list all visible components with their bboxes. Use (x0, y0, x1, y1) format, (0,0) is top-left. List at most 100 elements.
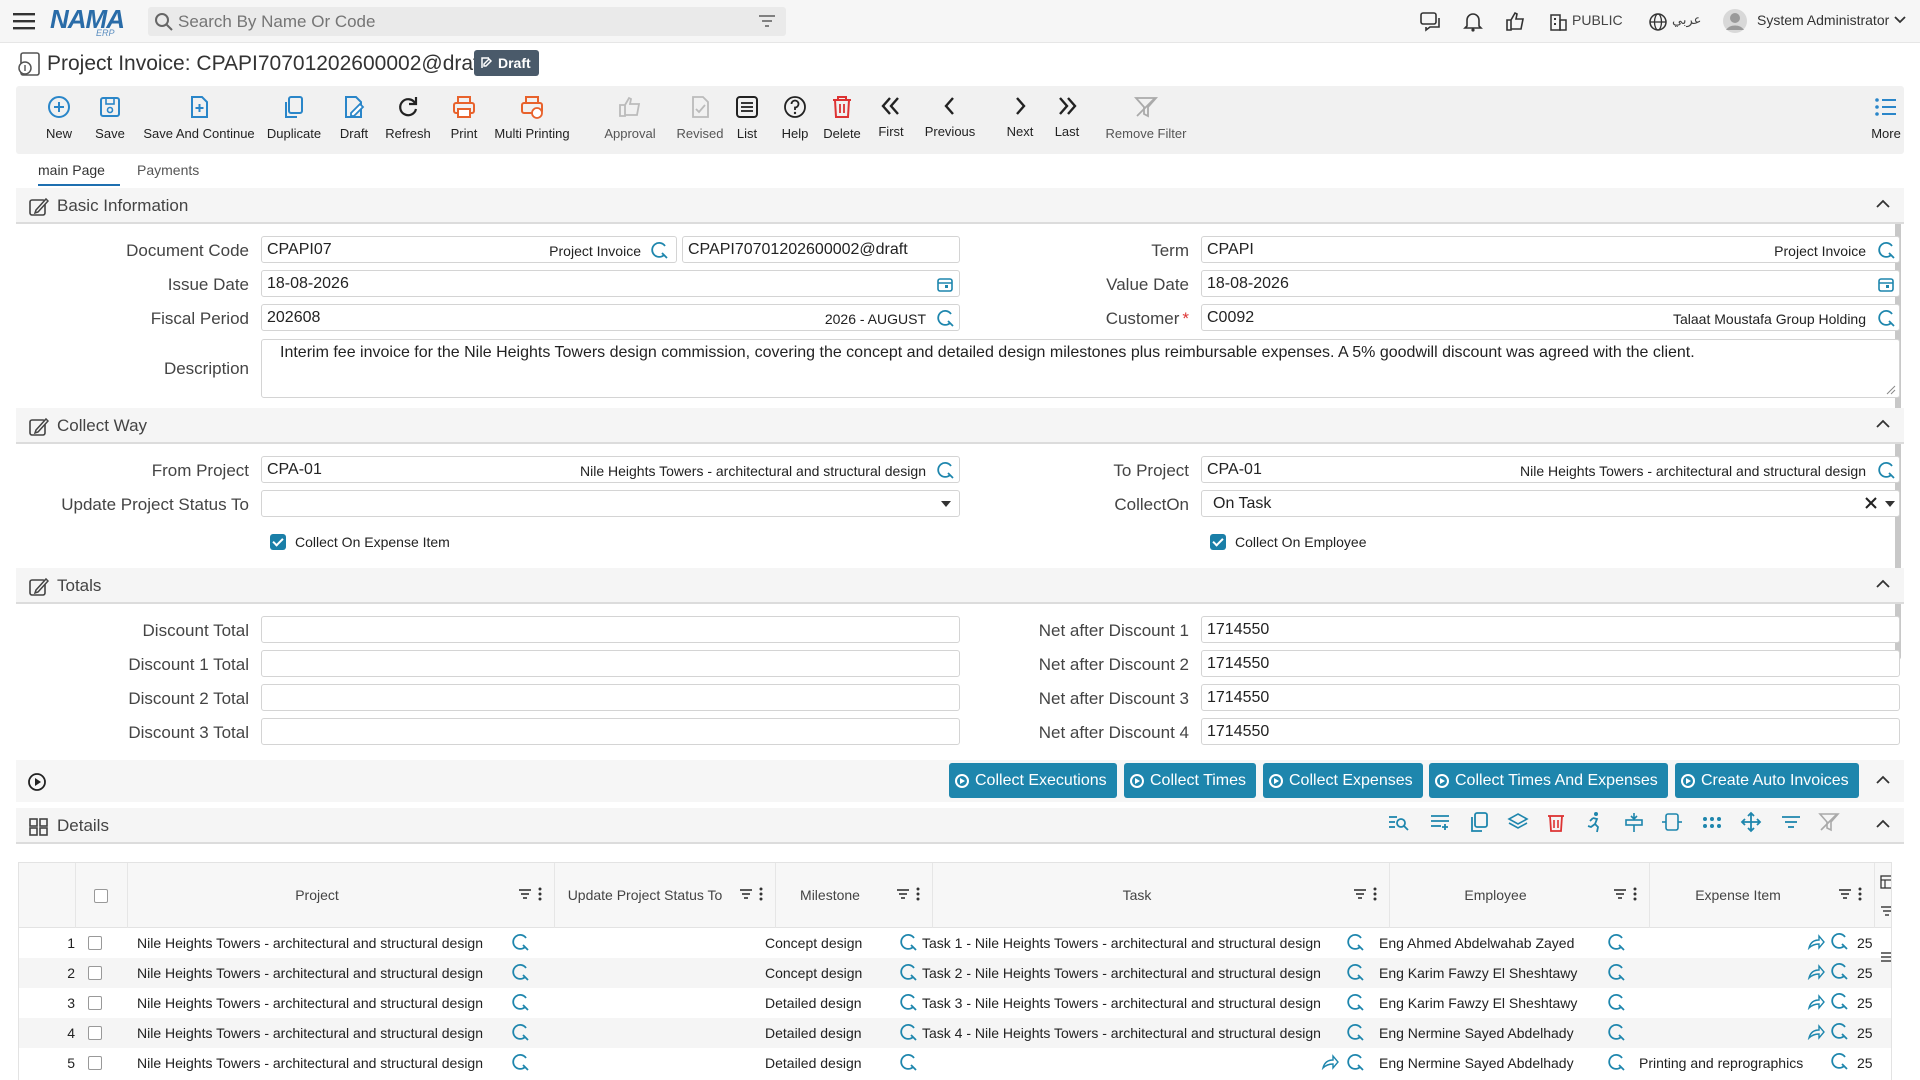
print-button[interactable]: Print (438, 94, 490, 141)
previous-button[interactable]: Previous (919, 94, 981, 139)
multi-printing-button[interactable]: Multi Printing (486, 94, 578, 141)
layers-icon[interactable] (1507, 811, 1529, 833)
term-field[interactable]: CPAPI Project Invoice (1201, 236, 1900, 263)
lookup-icon[interactable] (511, 933, 529, 951)
select-all-checkbox[interactable] (94, 889, 108, 903)
fiscal-period-field[interactable]: 202608 2026 - AUGUST (261, 304, 960, 331)
tab-main-page[interactable]: main Page (38, 162, 105, 178)
delete-button[interactable]: Delete (816, 94, 868, 141)
row-menu-icon[interactable] (1880, 951, 1891, 963)
chevron-up-icon[interactable] (1876, 775, 1890, 785)
collect-on-employee-label[interactable]: Collect On Employee (1235, 534, 1367, 550)
document-number-field[interactable]: CPAPI70701202600002@draft (682, 236, 960, 263)
cell-task[interactable]: Task 4 - Nile Heights Towers - architect… (922, 1025, 1352, 1041)
column-filter-icon[interactable] (1353, 887, 1379, 901)
to-project-field[interactable]: CPA-01 Nile Heights Towers - architectur… (1201, 456, 1900, 483)
user-name[interactable]: System Administrator (1757, 12, 1889, 28)
chat-icon[interactable] (1419, 10, 1443, 32)
lookup-icon[interactable] (511, 963, 529, 981)
table-row[interactable]: 4 Nile Heights Towers - architectural and… (19, 1018, 1891, 1048)
lookup-icon[interactable] (1830, 932, 1848, 950)
share-icon[interactable] (1807, 994, 1825, 1010)
clear-icon[interactable] (1865, 497, 1877, 509)
discount-1-total-field[interactable] (261, 650, 960, 677)
column-header-milestone[interactable]: Milestone (776, 863, 933, 928)
lookup-icon[interactable] (1346, 1053, 1364, 1071)
cell-amount[interactable]: 25 (1857, 1025, 1877, 1041)
calendar-icon[interactable] (1877, 275, 1895, 293)
cell-employee[interactable]: Eng Nermine Sayed Abdelhady (1379, 1055, 1619, 1071)
cell-milestone[interactable]: Concept design (765, 965, 915, 981)
cell-milestone[interactable]: Detailed design (765, 1055, 915, 1071)
lookup-icon[interactable] (899, 933, 917, 951)
from-project-field[interactable]: CPA-01 Nile Heights Towers - architectur… (261, 456, 960, 483)
collect-times-button[interactable]: Collect Times (1124, 763, 1257, 798)
value-date-field[interactable]: 18-08-2026 (1201, 270, 1900, 297)
duplicate-button[interactable]: Duplicate (252, 94, 336, 141)
chevron-up-icon[interactable] (1876, 579, 1890, 589)
column-chooser-icon[interactable] (1880, 875, 1891, 889)
cell-task[interactable]: Task 2 - Nile Heights Towers - architect… (922, 965, 1352, 981)
collect-on-expense-item-checkbox[interactable] (270, 534, 286, 550)
remove-filter-button[interactable]: Remove Filter (1096, 94, 1196, 141)
table-row[interactable]: 5 Nile Heights Towers - architectural and… (19, 1048, 1891, 1078)
cell-employee[interactable]: Eng Nermine Sayed Abdelhady (1379, 1025, 1619, 1041)
cell-project[interactable]: Nile Heights Towers - architectural and … (137, 995, 522, 1011)
thumbs-up-icon[interactable] (1504, 10, 1526, 32)
caret-down-icon[interactable] (941, 501, 951, 507)
column-header-update-project-status[interactable]: Update Project Status To (555, 863, 776, 928)
lookup-icon[interactable] (1877, 309, 1895, 327)
column-filter-icon[interactable] (896, 887, 922, 901)
menu-icon[interactable] (13, 11, 35, 31)
lookup-icon[interactable] (1346, 933, 1364, 951)
company-label[interactable]: PUBLIC (1572, 12, 1623, 28)
share-icon[interactable] (1807, 964, 1825, 980)
collect-on-select[interactable]: On Task (1201, 490, 1900, 517)
more-button[interactable]: More (1868, 94, 1904, 141)
runner-icon[interactable] (1583, 811, 1605, 833)
discount-3-total-field[interactable] (261, 718, 960, 745)
play-circle-icon[interactable] (27, 772, 47, 792)
lookup-icon[interactable] (1607, 1053, 1625, 1071)
collect-executions-button[interactable]: Collect Executions (949, 763, 1117, 798)
filter-icon[interactable] (1780, 811, 1802, 833)
lookup-icon[interactable] (1830, 992, 1848, 1010)
dots-grid-icon[interactable] (1701, 811, 1723, 833)
lookup-icon[interactable] (1607, 993, 1625, 1011)
caret-down-icon[interactable] (1885, 501, 1895, 507)
help-button[interactable]: Help (770, 94, 820, 141)
cell-project[interactable]: Nile Heights Towers - architectural and … (137, 935, 522, 951)
filter-icon[interactable] (1880, 905, 1891, 917)
language-switch[interactable]: عربي (1672, 12, 1701, 28)
lookup-icon[interactable] (1877, 461, 1895, 479)
cell-milestone[interactable]: Detailed design (765, 995, 915, 1011)
refresh-button[interactable]: Refresh (376, 94, 440, 141)
list-button[interactable]: List (722, 94, 772, 141)
lookup-icon[interactable] (1346, 993, 1364, 1011)
lookup-icon[interactable] (899, 1053, 917, 1071)
row-checkbox[interactable] (88, 1056, 102, 1070)
column-header-employee[interactable]: Employee (1390, 863, 1650, 928)
issue-date-field[interactable]: 18-08-2026 (261, 270, 960, 297)
cell-amount[interactable]: 25 (1857, 965, 1877, 981)
lookup-icon[interactable] (936, 461, 954, 479)
cell-project[interactable]: Nile Heights Towers - architectural and … (137, 1055, 522, 1071)
column-header-project[interactable]: Project (128, 863, 555, 928)
lookup-icon[interactable] (1346, 1023, 1364, 1041)
cell-amount[interactable]: 25 (1857, 935, 1877, 951)
share-icon[interactable] (1807, 1024, 1825, 1040)
discount-total-field[interactable] (261, 616, 960, 643)
column-filter-icon[interactable] (739, 887, 765, 901)
lookup-icon[interactable] (511, 1023, 529, 1041)
lookup-icon[interactable] (511, 993, 529, 1011)
lookup-icon[interactable] (899, 963, 917, 981)
fit-columns-icon[interactable] (1661, 811, 1683, 833)
net-after-discount-2-field[interactable]: 1714550 (1201, 650, 1900, 677)
search-rows-icon[interactable] (1387, 811, 1409, 833)
cell-employee[interactable]: Eng Ahmed Abdelwahab Zayed (1379, 935, 1619, 951)
chevron-down-icon[interactable] (1894, 16, 1906, 24)
search-input[interactable] (178, 11, 738, 32)
collect-times-and-expenses-button[interactable]: Collect Times And Expenses (1429, 763, 1668, 798)
cell-amount[interactable]: 25 (1857, 1055, 1877, 1071)
merge-rows-icon[interactable] (1623, 811, 1645, 833)
